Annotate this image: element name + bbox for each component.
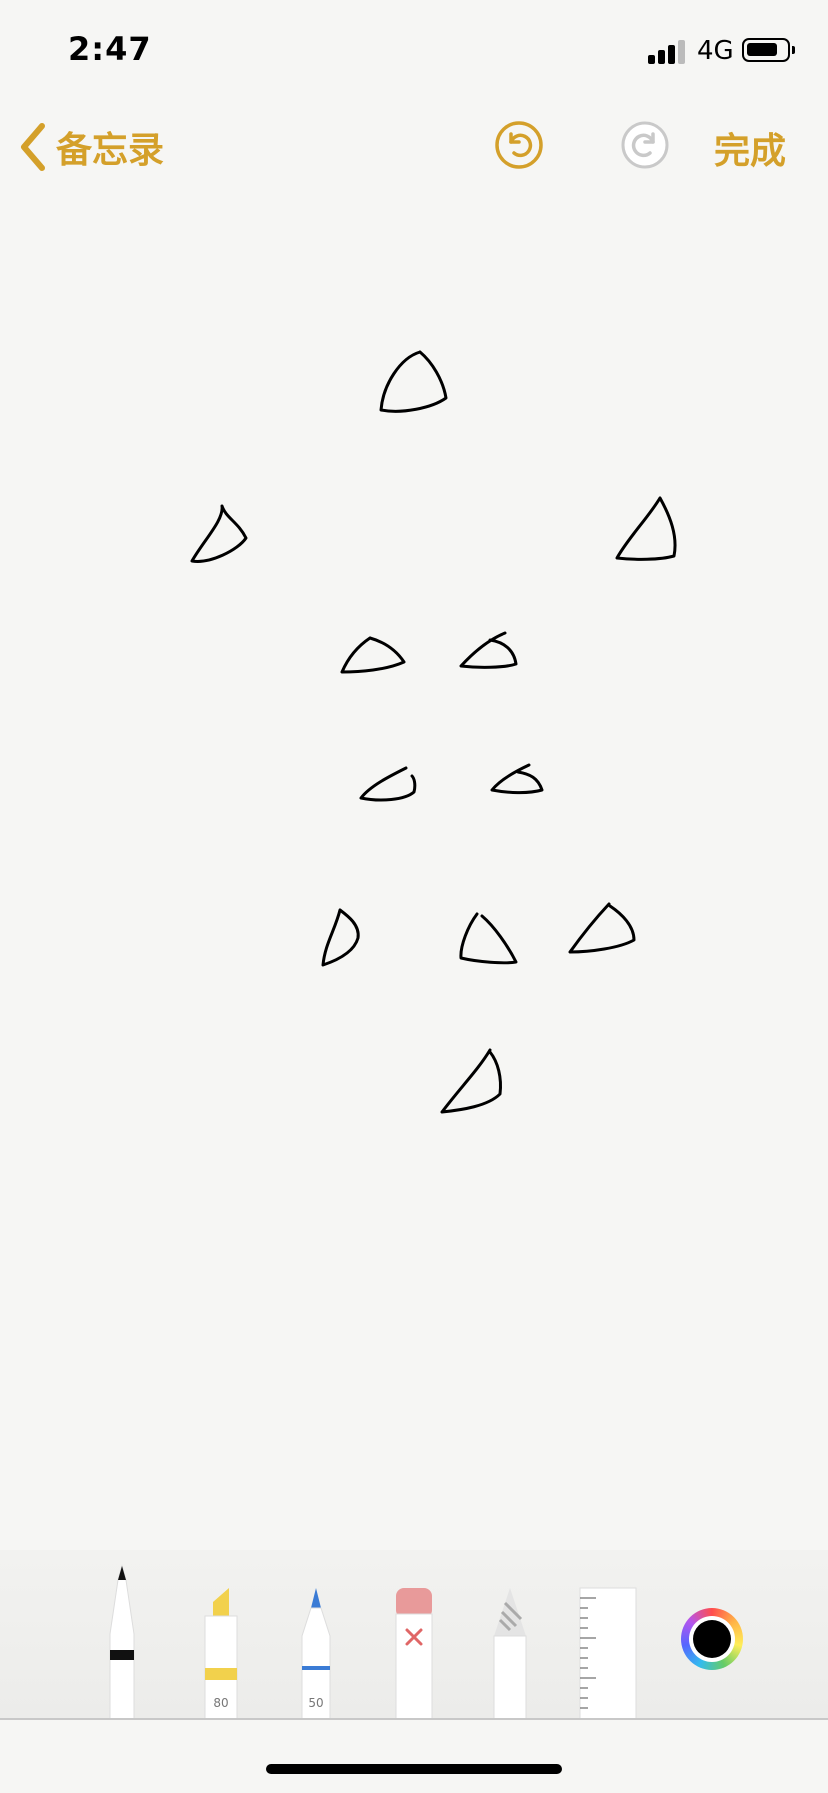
redo-icon: [621, 121, 669, 169]
signal-icon: [648, 38, 688, 64]
ink-layer: [190, 350, 677, 1114]
status-time: 2:47: [68, 30, 152, 68]
color-picker-button[interactable]: [681, 1608, 743, 1670]
ink-stroke: [615, 496, 677, 561]
ruler-icon: [579, 1587, 637, 1721]
chevron-left-icon: [21, 123, 45, 171]
marker-tool[interactable]: 80: [199, 1586, 243, 1721]
network-type: 4G: [697, 36, 734, 66]
ink-stroke: [440, 1048, 502, 1114]
drawing-canvas[interactable]: [0, 200, 828, 1550]
lasso-icon: [493, 1588, 527, 1721]
eraser-icon: [395, 1588, 433, 1721]
undo-icon: [495, 121, 543, 169]
ink-stroke: [379, 350, 448, 413]
pen-tool[interactable]: [100, 1564, 144, 1721]
pencil-size-label: 50: [308, 1696, 324, 1710]
ink-stroke: [459, 912, 518, 965]
eraser-tool[interactable]: [392, 1586, 436, 1721]
ink-stroke: [359, 766, 417, 802]
battery-icon: [742, 38, 795, 62]
lasso-tool[interactable]: [488, 1586, 532, 1721]
ink-stroke: [321, 908, 360, 967]
back-label: 备忘录: [56, 130, 165, 171]
home-indicator[interactable]: [266, 1764, 562, 1774]
ink-stroke: [490, 763, 544, 795]
marker-size-label: 80: [213, 1696, 229, 1710]
nav-bar: 备忘录 完成: [0, 100, 828, 200]
back-button[interactable]: 备忘录: [18, 122, 164, 172]
markup-toolbar: 80 50: [0, 1550, 828, 1721]
pencil-tool[interactable]: 50: [294, 1586, 338, 1721]
ink-stroke: [340, 636, 406, 674]
ink-stroke: [190, 504, 248, 563]
pen-icon: [109, 1564, 135, 1721]
undo-button[interactable]: [494, 120, 544, 170]
done-button[interactable]: 完成: [714, 122, 786, 174]
ink-stroke: [568, 902, 636, 954]
selected-color-swatch: [693, 1620, 731, 1658]
ruler-tool[interactable]: [578, 1586, 638, 1721]
ink-stroke: [459, 631, 518, 669]
status-bar: 2:47 4G: [0, 0, 828, 100]
redo-button[interactable]: [620, 120, 670, 170]
home-area: [0, 1720, 828, 1793]
